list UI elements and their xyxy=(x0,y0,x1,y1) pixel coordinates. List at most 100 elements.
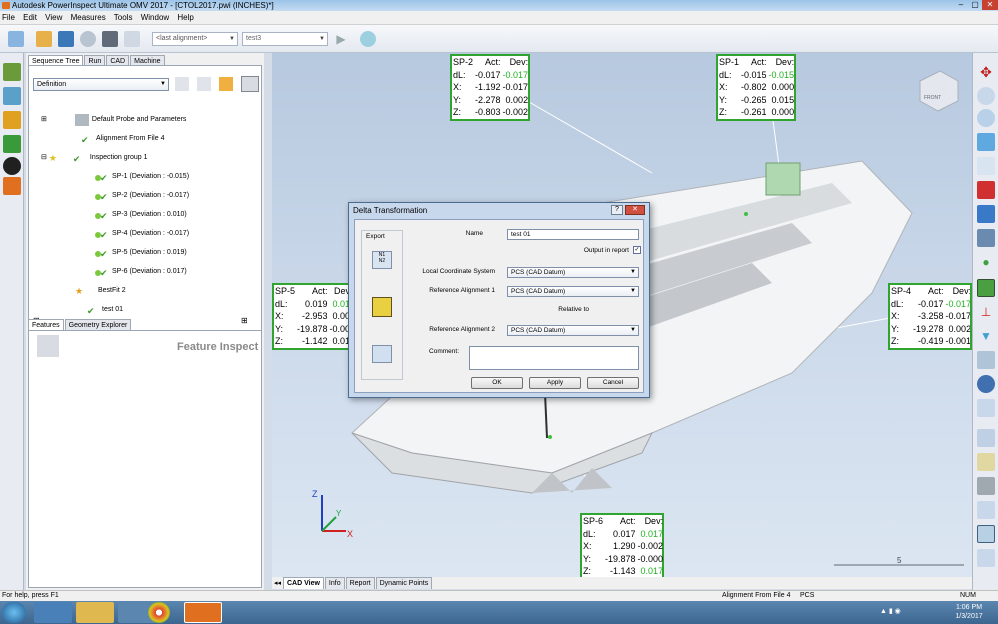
name-input[interactable]: test 01 xyxy=(507,229,639,240)
menu-tools[interactable]: Tools xyxy=(114,13,133,22)
tree-label: SP-3 (Deviation : 0.010) xyxy=(112,211,187,218)
section-icon[interactable] xyxy=(977,501,995,519)
collapse-icon[interactable]: ⊟ xyxy=(41,154,47,161)
alignment-value-combo[interactable]: test3 ▼ xyxy=(242,32,328,46)
tree-item-test01[interactable]: ✔ test 01 xyxy=(85,304,123,316)
tree-item-sp5[interactable]: ✔ SP-5 (Deviation : 0.019) xyxy=(95,247,187,259)
tree-item-sp4[interactable]: ✔ SP-4 (Deviation : -0.017) xyxy=(95,228,189,240)
tree-item-group[interactable]: ⊟ ★ ✔ Inspection group 1 xyxy=(41,152,147,164)
pencil-icon[interactable] xyxy=(219,77,233,91)
tree-item-sp2[interactable]: ✔ SP-2 (Deviation : -0.017) xyxy=(95,190,189,202)
tree-label: test 01 xyxy=(102,306,124,313)
tab-info[interactable]: Info xyxy=(324,577,345,589)
sp1-label-box: SP-1 Act: Dev: dL: -0.015 -0.015 X: -0.802 0.0… xyxy=(716,54,796,121)
cube-view-icon[interactable] xyxy=(977,133,995,151)
new-file-icon[interactable] xyxy=(8,31,24,47)
move-icon[interactable]: ✥ xyxy=(977,63,995,81)
lcs-select[interactable]: PCS (CAD Datum) ▼ xyxy=(507,267,639,278)
tab-cad-view[interactable]: CAD View xyxy=(282,577,324,589)
tab-nav-left-icon[interactable]: ◂◂ xyxy=(274,580,281,587)
view-side-icon[interactable] xyxy=(977,205,995,223)
document-icon[interactable] xyxy=(241,76,259,92)
render-icon[interactable] xyxy=(977,549,995,567)
clip-icon[interactable] xyxy=(977,525,995,543)
tree-item-alignment[interactable]: ✔ Alignment From File 4 xyxy=(67,133,164,145)
view-top-icon[interactable] xyxy=(977,157,995,175)
expand-icon[interactable]: ⊞ xyxy=(41,116,47,123)
explorer-icon[interactable] xyxy=(76,602,114,623)
ok-button[interactable]: OK xyxy=(471,377,523,389)
axis-icon[interactable] xyxy=(3,63,21,81)
ie-icon[interactable] xyxy=(34,602,72,623)
network-icon[interactable] xyxy=(977,375,995,393)
menu-window[interactable]: Window xyxy=(141,13,169,22)
start-button[interactable] xyxy=(2,602,26,623)
menu-measures[interactable]: Measures xyxy=(71,13,106,22)
apply-button[interactable]: Apply xyxy=(529,377,581,389)
export-transform-icon[interactable] xyxy=(372,297,392,317)
status-bar: For help, press F1 Alignment From File 4… xyxy=(0,590,998,601)
plane-icon[interactable] xyxy=(3,87,21,105)
up-arrow-icon[interactable] xyxy=(175,77,189,91)
probe-icon[interactable] xyxy=(3,157,21,175)
tree-item-sp6[interactable]: ✔ SP-6 (Deviation : 0.017) xyxy=(95,266,187,278)
feature-icon[interactable] xyxy=(37,335,59,357)
tab-dynamic-points[interactable]: Dynamic Points xyxy=(375,577,433,589)
menu-help[interactable]: Help xyxy=(177,13,193,22)
chart-view-icon[interactable] xyxy=(977,279,995,297)
tree-item-probe[interactable]: ⊞ Default Probe and Parameters xyxy=(41,114,186,126)
pin-icon[interactable]: ⊥ xyxy=(977,303,995,321)
view-cube[interactable] xyxy=(919,70,959,112)
minimize-button[interactable]: – xyxy=(954,0,968,10)
save-icon[interactable] xyxy=(58,31,74,47)
tab-report[interactable]: Report xyxy=(345,577,375,589)
view-iso-icon[interactable] xyxy=(977,229,995,247)
export-n1n2-icon[interactable]: N1 N2 xyxy=(372,251,392,269)
view-front-icon[interactable] xyxy=(977,181,995,199)
chart-icon[interactable] xyxy=(3,135,21,153)
grid-icon[interactable] xyxy=(977,351,995,369)
filter-icon[interactable]: ▼ xyxy=(977,327,995,345)
definition-combo[interactable]: Definition ▼ xyxy=(33,78,169,91)
measure-icon[interactable] xyxy=(977,429,995,447)
tree-item-sp3[interactable]: ✔ SP-3 (Deviation : 0.010) xyxy=(95,209,187,221)
report-icon[interactable] xyxy=(977,453,995,471)
shape-icon[interactable] xyxy=(3,111,21,129)
print-preview-icon[interactable] xyxy=(80,31,96,47)
rotate-icon[interactable] xyxy=(977,109,995,127)
dialog-close-button[interactable]: ✕ xyxy=(625,205,645,215)
layers-icon[interactable] xyxy=(977,399,995,417)
comment-textarea[interactable] xyxy=(469,346,639,370)
ref2-select[interactable]: PCS (CAD Datum) ▼ xyxy=(507,325,639,336)
chevron-down-icon: ▼ xyxy=(319,36,325,42)
tree-item-bestfit[interactable]: ★ BestFit 2 xyxy=(75,285,126,297)
tree-item-sp1[interactable]: ✔ SP-1 (Deviation : -0.015) xyxy=(95,171,189,183)
points-icon[interactable]: ● xyxy=(977,253,995,271)
powerinspect-icon[interactable] xyxy=(184,602,222,623)
close-button[interactable]: ✕ xyxy=(982,0,998,10)
scroll-right-icon[interactable]: ⊞ xyxy=(241,316,251,326)
clock[interactable]: 1:06 PM 1/3/2017 xyxy=(950,603,988,621)
tray-icons[interactable]: ▲ ▮ ◉ xyxy=(880,607,910,617)
output-in-report-checkbox[interactable]: ✓ xyxy=(633,246,641,254)
cloud-icon[interactable] xyxy=(360,31,376,47)
y-axis-label: Y xyxy=(336,509,342,518)
menu-view[interactable]: View xyxy=(45,13,62,22)
menu-edit[interactable]: Edit xyxy=(23,13,37,22)
menu-file[interactable]: File xyxy=(2,13,15,22)
settings-icon[interactable] xyxy=(124,31,140,47)
maximize-button[interactable]: ▢ xyxy=(968,0,982,10)
export-file-icon[interactable] xyxy=(372,345,392,363)
print-icon[interactable] xyxy=(102,31,118,47)
toolbox-icon[interactable] xyxy=(3,177,21,195)
ref1-select[interactable]: PCS (CAD Datum) ▼ xyxy=(507,286,639,297)
alignment-combo[interactable]: <last alignment> ▼ xyxy=(152,32,238,46)
zoom-icon[interactable] xyxy=(977,87,995,105)
help-button[interactable]: ? xyxy=(611,205,623,215)
chrome-icon[interactable] xyxy=(148,602,170,623)
open-folder-icon[interactable] xyxy=(36,31,52,47)
cancel-button[interactable]: Cancel xyxy=(587,377,639,389)
stylus-icon[interactable] xyxy=(977,477,995,495)
play-icon[interactable]: ▶ xyxy=(333,31,349,47)
down-arrow-icon[interactable] xyxy=(197,77,211,91)
